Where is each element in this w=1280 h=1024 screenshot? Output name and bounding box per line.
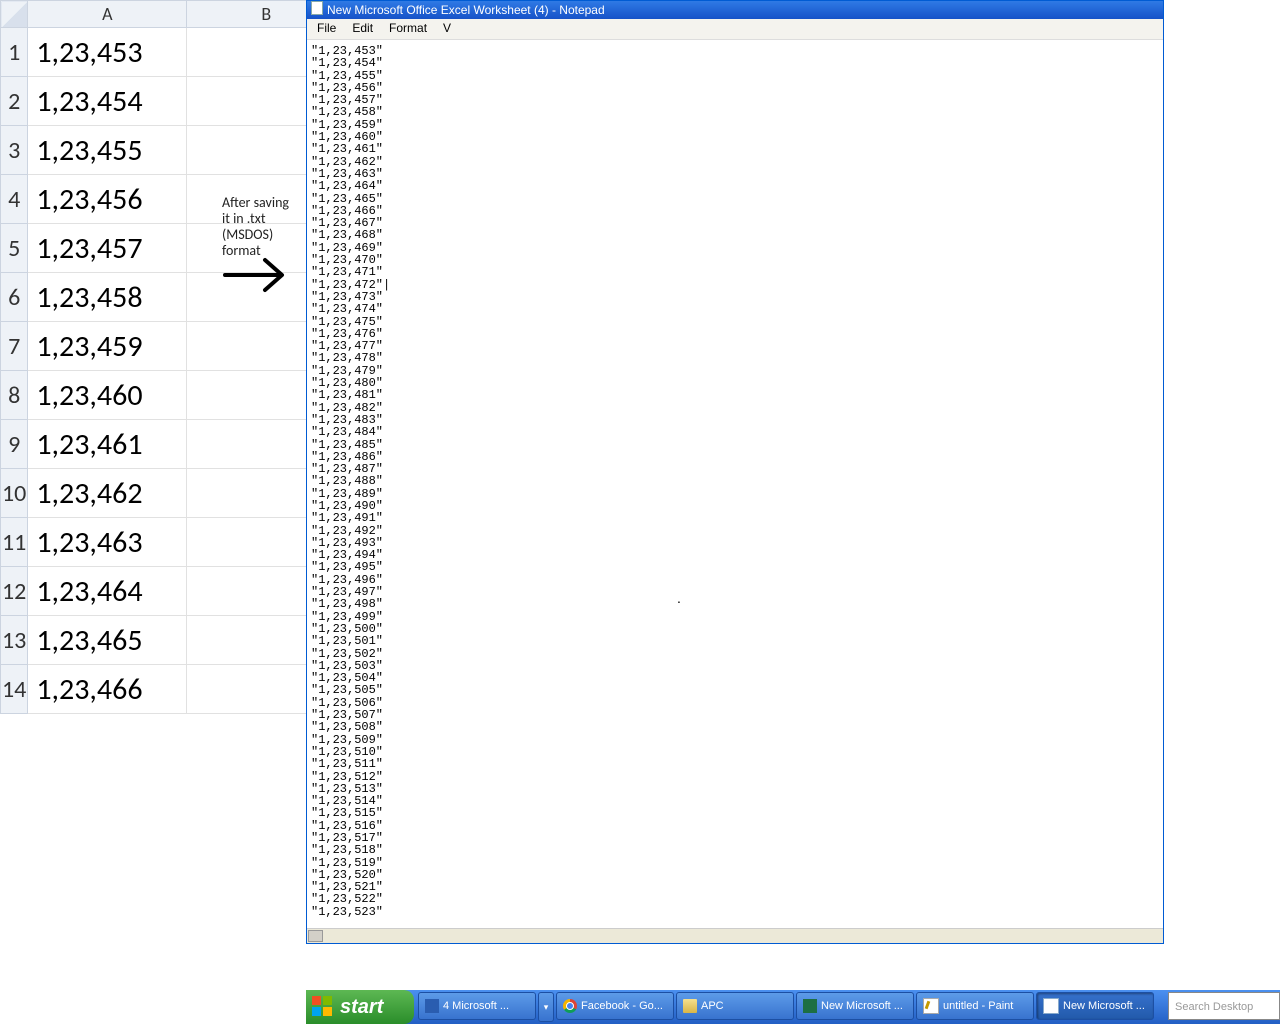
paint-icon — [923, 998, 939, 1014]
notepad-text-area[interactable]: "1,23,453" "1,23,454" "1,23,455" "1,23,4… — [309, 41, 1161, 929]
cell[interactable]: 1,23,465 — [28, 616, 187, 665]
row-header[interactable]: 8 — [1, 371, 28, 420]
taskbar-button[interactable]: Facebook - Go... — [556, 992, 674, 1020]
row-header[interactable]: 9 — [1, 420, 28, 469]
row-header[interactable]: 6 — [1, 273, 28, 322]
excel-pane: A B 11,23,45321,23,45431,23,45541,23,456… — [0, 0, 300, 710]
cursor-mark: . — [677, 590, 681, 606]
annotation-line: After saving — [222, 195, 289, 211]
row-header[interactable]: 13 — [1, 616, 28, 665]
folder-icon — [683, 999, 697, 1013]
notepad-menubar: FileEditFormatV — [307, 19, 1163, 40]
taskbar-button-label: Facebook - Go... — [581, 1000, 663, 1012]
cell[interactable]: 1,23,455 — [28, 126, 187, 175]
xp-taskbar: start 4 Microsoft ... ▾ Facebook - Go... AP… — [306, 990, 1280, 1024]
notepad-titlebar[interactable]: New Microsoft Office Excel Worksheet (4)… — [307, 1, 1163, 19]
cell[interactable]: 1,23,462 — [28, 469, 187, 518]
excel-icon — [803, 999, 817, 1013]
arrow-icon — [220, 250, 300, 300]
menu-edit[interactable]: Edit — [344, 19, 381, 37]
chrome-icon — [563, 999, 577, 1013]
annotation-line: it in .txt — [222, 211, 289, 227]
menu-file[interactable]: File — [309, 19, 344, 37]
cell[interactable]: 1,23,456 — [28, 175, 187, 224]
cell[interactable]: 1,23,466 — [28, 665, 187, 714]
word-icon — [425, 999, 439, 1013]
taskbar-button-label: New Microsoft ... — [821, 1000, 903, 1012]
taskbar-button[interactable]: New Microsoft ... — [1036, 992, 1154, 1020]
taskbar-button[interactable]: 4 Microsoft ... — [418, 992, 536, 1020]
menu-view[interactable]: V — [435, 19, 459, 37]
cell[interactable]: 1,23,454 — [28, 77, 187, 126]
cell[interactable]: 1,23,459 — [28, 322, 187, 371]
notepad-icon — [1043, 998, 1059, 1014]
row-header[interactable]: 14 — [1, 665, 28, 714]
row-header[interactable]: 11 — [1, 518, 28, 567]
start-label: start — [340, 996, 383, 1018]
taskbar-button[interactable]: New Microsoft ... — [796, 992, 914, 1020]
blank-area — [1164, 0, 1280, 38]
taskbar-button-label: New Microsoft ... — [1063, 1000, 1145, 1012]
taskbar-button[interactable]: untitled - Paint — [916, 992, 1034, 1020]
cell[interactable]: 1,23,460 — [28, 371, 187, 420]
excel-grid[interactable]: A B 11,23,45321,23,45431,23,45541,23,456… — [0, 0, 346, 714]
cell[interactable]: 1,23,457 — [28, 224, 187, 273]
cell[interactable]: 1,23,458 — [28, 273, 187, 322]
cell[interactable]: 1,23,463 — [28, 518, 187, 567]
taskbar-group-arrow[interactable]: ▾ — [538, 992, 554, 1022]
scrollbar-left-arrow[interactable] — [308, 930, 323, 942]
select-all-corner[interactable] — [1, 1, 28, 28]
taskbar-button-label: APC — [701, 1000, 724, 1012]
row-header[interactable]: 12 — [1, 567, 28, 616]
notepad-doc-icon — [311, 1, 323, 15]
start-button[interactable]: start — [306, 990, 414, 1024]
row-header[interactable]: 4 — [1, 175, 28, 224]
notepad-title-text: New Microsoft Office Excel Worksheet (4)… — [327, 3, 605, 17]
row-header[interactable]: 2 — [1, 77, 28, 126]
row-header[interactable]: 10 — [1, 469, 28, 518]
menu-format[interactable]: Format — [381, 19, 435, 37]
col-header-a[interactable]: A — [28, 1, 187, 28]
taskbar-button[interactable]: APC — [676, 992, 794, 1020]
annotation-line: (MSDOS) — [222, 227, 289, 243]
cell[interactable]: 1,23,464 — [28, 567, 187, 616]
row-header[interactable]: 7 — [1, 322, 28, 371]
search-desktop-input[interactable]: Search Desktop — [1168, 992, 1280, 1020]
taskbar-buttons: 4 Microsoft ... ▾ Facebook - Go... APC New M… — [418, 992, 1154, 1022]
row-header[interactable]: 3 — [1, 126, 28, 175]
notepad-h-scrollbar[interactable] — [307, 928, 1163, 943]
row-header[interactable]: 1 — [1, 28, 28, 77]
cell[interactable]: 1,23,461 — [28, 420, 187, 469]
cell[interactable]: 1,23,453 — [28, 28, 187, 77]
notepad-window: New Microsoft Office Excel Worksheet (4)… — [306, 0, 1164, 944]
taskbar-button-label: untitled - Paint — [943, 1000, 1013, 1012]
windows-flag-icon — [312, 996, 334, 1018]
taskbar-button-label: 4 Microsoft ... — [443, 1000, 509, 1012]
row-header[interactable]: 5 — [1, 224, 28, 273]
